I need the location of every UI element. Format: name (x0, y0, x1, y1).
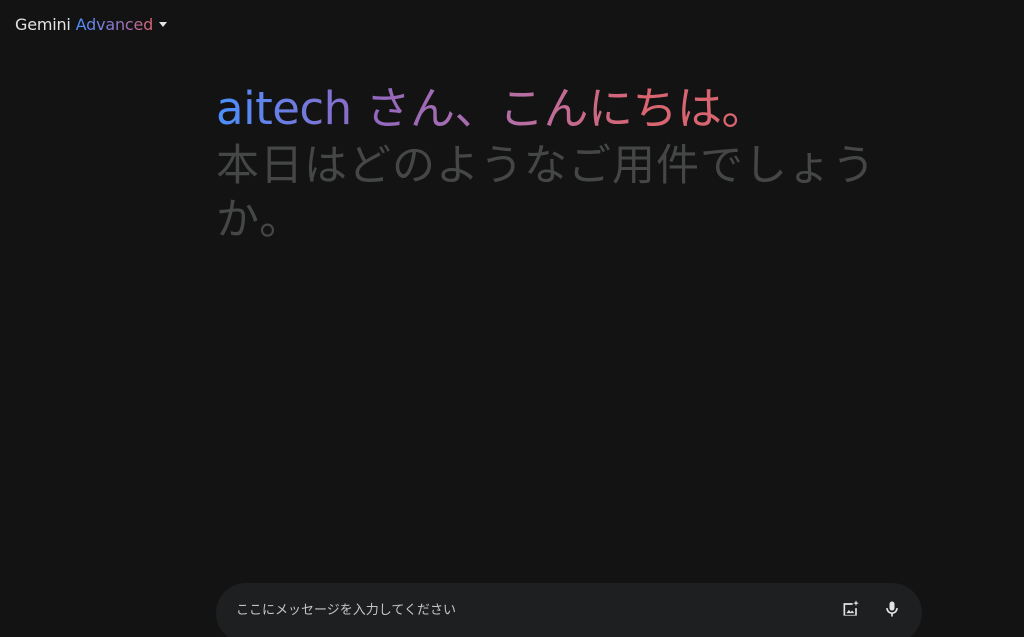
gemini-app: Gemini Advanced aitech さん、こんにちは。 本日はどのよう… (0, 0, 1024, 637)
microphone-icon (882, 599, 902, 619)
upload-image-button[interactable] (839, 597, 863, 621)
greeting: aitech さん、こんにちは。 本日はどのようなご用件でしょうか。 (216, 80, 916, 247)
greeting-hello-text: aitech さん、こんにちは。 (216, 82, 766, 135)
model-name: Gemini (15, 14, 71, 34)
microphone-button[interactable] (880, 597, 904, 621)
model-tier-label: Advanced (75, 14, 154, 34)
caret-down-icon (159, 21, 168, 27)
prompt-bar (216, 583, 922, 637)
message-input[interactable] (234, 597, 798, 623)
model-switcher-button[interactable]: Gemini Advanced (15, 13, 168, 35)
add-image-icon (841, 599, 861, 619)
greeting-prompt-text: 本日はどのようなご用件でしょうか。 (216, 141, 876, 245)
